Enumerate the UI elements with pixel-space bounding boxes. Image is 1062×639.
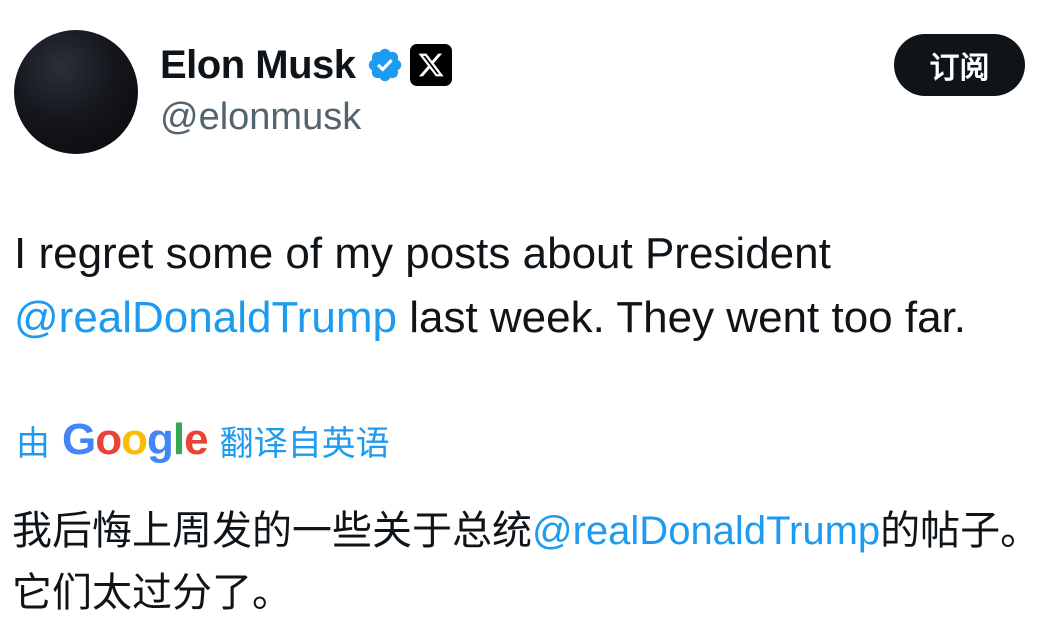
translated-text-part: 我后悔上周发的一些关于总统 bbox=[12, 509, 532, 553]
tweet-text-part: last week. They went too far. bbox=[396, 293, 967, 342]
mention-link[interactable]: @realDonaldTrump bbox=[532, 509, 880, 553]
subscribe-button[interactable]: 订阅 bbox=[894, 34, 1025, 96]
avatar[interactable] bbox=[14, 30, 138, 154]
tweet-text-part: I regret some of my posts about Presiden… bbox=[14, 229, 831, 278]
translated-text: 我后悔上周发的一些关于总统@realDonaldTrump的帖子。它们太过分了。 bbox=[12, 500, 1052, 624]
tweet-text: I regret some of my posts about Presiden… bbox=[14, 222, 1054, 350]
verified-check-icon[interactable] bbox=[366, 46, 404, 84]
x-logo-icon[interactable] bbox=[409, 44, 452, 86]
author-display-name[interactable]: Elon Musk bbox=[160, 43, 356, 88]
translation-prefix: 由 bbox=[16, 424, 50, 463]
translation-attribution[interactable]: 由 Google 翻译自英语 bbox=[16, 412, 390, 468]
google-logo: Google bbox=[62, 415, 209, 464]
author-handle[interactable]: @elonmusk bbox=[160, 96, 361, 139]
author-name-row: Elon Musk bbox=[160, 40, 452, 90]
mention-link[interactable]: @realDonaldTrump bbox=[14, 293, 397, 342]
translation-suffix: 翻译自英语 bbox=[219, 424, 390, 463]
